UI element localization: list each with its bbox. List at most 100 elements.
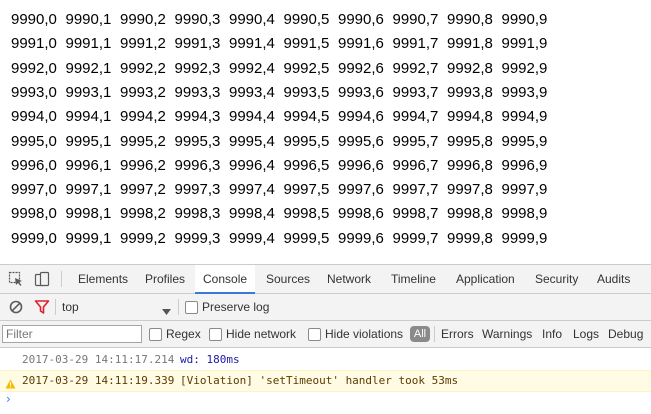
preserve-log-checkbox[interactable] bbox=[185, 301, 198, 314]
grid-cell: 9997,6 bbox=[338, 181, 384, 199]
tab-audits[interactable]: Audits bbox=[589, 265, 638, 293]
grid-cell: 9995,6 bbox=[338, 132, 384, 150]
level-all-button[interactable]: All bbox=[410, 326, 430, 342]
tab-timeline[interactable]: Timeline bbox=[383, 265, 444, 293]
grid-cell: 9996,1 bbox=[65, 156, 112, 174]
context-selector-value: top bbox=[62, 300, 79, 314]
grid-cell: 9999,8 bbox=[447, 229, 493, 247]
grid-row: 9992,0 9992,1 9992,2 9992,3 9992,4 9992,5 9992… bbox=[11, 57, 556, 81]
grid-cell: 9993,5 bbox=[283, 83, 330, 101]
tab-network[interactable]: Network bbox=[319, 265, 379, 293]
grid-cell: 9994,6 bbox=[338, 108, 384, 126]
tab-console[interactable]: Console bbox=[195, 265, 256, 294]
console-message-warning[interactable]: 2017-03-29 14:11:19.339 [Violation] 'set… bbox=[0, 370, 651, 392]
level-info-button[interactable]: Info bbox=[542, 327, 562, 341]
grid-cell: 9992,2 bbox=[120, 59, 166, 77]
grid-row: 9996,0 9996,1 9996,2 9996,3 9996,4 9996,5 9996… bbox=[11, 154, 556, 178]
grid-cell: 9993,7 bbox=[392, 83, 439, 101]
grid-cell: 9993,3 bbox=[174, 83, 221, 101]
grid-cell: 9991,0 bbox=[11, 35, 57, 53]
grid-cell: 9991,5 bbox=[283, 35, 330, 53]
grid-row: 9990,0 9990,1 9990,2 9990,3 9990,4 9990,5 9990… bbox=[11, 8, 556, 32]
grid-cell: 9997,4 bbox=[229, 181, 275, 199]
tab-profiles[interactable]: Profiles bbox=[137, 265, 193, 293]
grid-cell: 9999,3 bbox=[174, 229, 221, 247]
level-errors-button[interactable]: Errors bbox=[441, 327, 474, 341]
grid-row: 9999,0 9999,1 9999,2 9999,3 9999,4 9999,5 9999… bbox=[11, 227, 556, 251]
grid-cell: 9993,0 bbox=[11, 83, 57, 101]
grid-cell: 9995,2 bbox=[120, 132, 166, 150]
grid-cell: 9994,9 bbox=[501, 108, 548, 126]
context-selector[interactable]: top bbox=[58, 297, 176, 317]
grid-cell: 9994,8 bbox=[447, 108, 493, 126]
message-timestamp: 2017-03-29 14:11:17.214 bbox=[22, 353, 175, 366]
grid-cell: 9998,8 bbox=[447, 205, 493, 223]
tab-elements[interactable]: Elements bbox=[70, 265, 136, 293]
grid-row: 9997,0 9997,1 9997,2 9997,3 9997,4 9997,5 9997… bbox=[11, 178, 556, 202]
grid-cell: 9990,9 bbox=[501, 11, 548, 28]
grid-cell: 9991,4 bbox=[229, 35, 275, 53]
grid-cell: 9991,2 bbox=[120, 35, 166, 53]
level-warnings-button[interactable]: Warnings bbox=[482, 327, 532, 341]
level-logs-button[interactable]: Logs bbox=[573, 327, 599, 341]
grid-cell: 9993,8 bbox=[447, 83, 493, 101]
grid-cell: 9994,4 bbox=[229, 108, 275, 126]
grid-cell: 9992,6 bbox=[338, 59, 384, 77]
filter-input[interactable] bbox=[2, 325, 142, 343]
grid-cell: 9990,6 bbox=[338, 11, 384, 28]
tab-sources[interactable]: Sources bbox=[258, 265, 318, 293]
grid-cell: 9992,3 bbox=[174, 59, 221, 77]
grid-cell: 9994,3 bbox=[174, 108, 221, 126]
grid-cell: 9997,7 bbox=[392, 181, 439, 199]
hide-network-label: Hide network bbox=[226, 327, 297, 341]
grid-cell: 9995,4 bbox=[229, 132, 275, 150]
hide-violations-checkbox[interactable] bbox=[308, 328, 321, 341]
grid-cell: 9998,4 bbox=[229, 205, 275, 223]
grid-cell: 9998,0 bbox=[11, 205, 57, 223]
grid-cell: 9997,1 bbox=[65, 181, 112, 199]
grid-cell: 9999,9 bbox=[501, 229, 548, 247]
grid-cell: 9992,5 bbox=[283, 59, 330, 77]
message-text: wd: 180ms bbox=[180, 353, 240, 366]
grid-cell: 9992,4 bbox=[229, 59, 275, 77]
tab-security[interactable]: Security bbox=[527, 265, 586, 293]
grid-cell: 9993,2 bbox=[120, 83, 166, 101]
console-message-info[interactable]: 2017-03-29 14:11:17.214 wd: 180ms bbox=[0, 350, 651, 370]
device-toolbar-icon[interactable] bbox=[34, 271, 50, 287]
inspect-element-icon[interactable] bbox=[8, 271, 24, 287]
page-content: 9990,0 9990,1 9990,2 9990,3 9990,4 9990,5 9990… bbox=[0, 0, 651, 264]
filter-separator bbox=[434, 326, 435, 342]
grid-cell: 9991,3 bbox=[174, 35, 221, 53]
hide-network-checkbox[interactable] bbox=[209, 328, 222, 341]
grid-cell: 9993,6 bbox=[338, 83, 384, 101]
chevron-down-icon bbox=[162, 304, 171, 318]
grid-cell: 9998,6 bbox=[338, 205, 384, 223]
grid-cell: 9991,1 bbox=[65, 35, 112, 53]
console-prompt-icon[interactable]: › bbox=[6, 392, 11, 406]
grid-row: 9995,0 9995,1 9995,2 9995,3 9995,4 9995,5 9995… bbox=[11, 130, 556, 154]
grid-cell: 9995,1 bbox=[65, 132, 112, 150]
toolbar-separator bbox=[178, 299, 179, 315]
grid-cell: 9995,8 bbox=[447, 132, 493, 150]
console-messages: 2017-03-29 14:11:17.214 wd: 180ms 2017-0… bbox=[0, 348, 651, 414]
grid-cell: 9993,1 bbox=[65, 83, 112, 101]
grid-cell: 9996,7 bbox=[392, 156, 439, 174]
grid-cell: 9991,7 bbox=[392, 35, 439, 53]
console-toolbar: top Preserve log bbox=[0, 294, 651, 321]
grid-row: 9998,0 9998,1 9998,2 9998,3 9998,4 9998,5 9998… bbox=[11, 202, 556, 226]
level-debug-button[interactable]: Debug bbox=[608, 327, 643, 341]
grid-cell: 9996,4 bbox=[229, 156, 275, 174]
clear-console-icon[interactable] bbox=[8, 299, 24, 315]
tab-application[interactable]: Application bbox=[448, 265, 523, 293]
filter-icon[interactable] bbox=[34, 299, 50, 315]
grid-cell: 9994,2 bbox=[120, 108, 166, 126]
grid-cell: 9995,9 bbox=[501, 132, 548, 150]
grid-cell: 9998,3 bbox=[174, 205, 221, 223]
grid-cell: 9996,2 bbox=[120, 156, 166, 174]
regex-checkbox[interactable] bbox=[149, 328, 162, 341]
grid-cell: 9990,5 bbox=[283, 11, 330, 28]
preserve-log-label: Preserve log bbox=[202, 300, 270, 314]
grid-cell: 9997,5 bbox=[283, 181, 330, 199]
grid-cell: 9999,6 bbox=[338, 229, 384, 247]
grid-cell: 9993,4 bbox=[229, 83, 275, 101]
